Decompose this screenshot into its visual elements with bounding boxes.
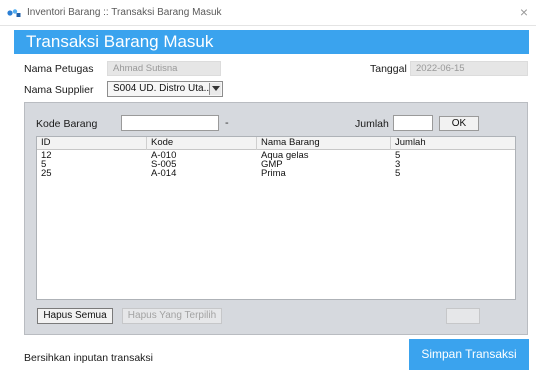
items-table[interactable]: ID Kode Nama Barang Jumlah 12 A-010 Aqua…	[36, 136, 516, 300]
hapus-semua-button[interactable]: Hapus Semua	[37, 308, 113, 324]
tanggal-field: 2022-06-15	[410, 61, 528, 76]
total-field	[446, 308, 480, 324]
kode-separator: -	[225, 117, 229, 129]
window-titlebar: Inventori Barang :: Transaksi Barang Mas…	[0, 0, 536, 26]
ok-button[interactable]: OK	[439, 116, 479, 131]
kode-barang-input[interactable]	[121, 115, 219, 131]
petugas-label: Nama Petugas	[24, 63, 94, 75]
page-title: Transaksi Barang Masuk	[26, 32, 214, 51]
tanggal-label: Tanggal	[370, 63, 407, 75]
petugas-field: Ahmad Sutisna	[107, 61, 221, 76]
column-header-jumlah[interactable]: Jumlah	[391, 137, 515, 150]
chevron-down-icon[interactable]	[209, 83, 221, 95]
supplier-combobox[interactable]: S004 UD. Distro Uta...	[107, 81, 223, 97]
column-header-nama-barang[interactable]: Nama Barang	[257, 137, 391, 150]
column-header-kode[interactable]: Kode	[147, 137, 257, 150]
table-header: ID Kode Nama Barang Jumlah	[37, 137, 515, 150]
cell-jumlah: 5	[395, 168, 401, 179]
page-header: Transaksi Barang Masuk	[14, 30, 529, 54]
table-row[interactable]: 25 A-014 Prima 5	[37, 168, 515, 179]
hapus-terpilih-button: Hapus Yang Terpilih	[122, 308, 222, 324]
supplier-label: Nama Supplier	[24, 84, 94, 96]
jumlah-label: Jumlah	[355, 118, 389, 130]
status-text: Bersihkan inputan transaksi	[24, 352, 153, 364]
cell-id: 25	[41, 168, 52, 179]
cell-nama-barang: Prima	[261, 168, 286, 179]
window-title: Inventori Barang :: Transaksi Barang Mas…	[27, 7, 222, 18]
jumlah-input[interactable]	[393, 115, 433, 131]
simpan-transaksi-button[interactable]: Simpan Transaksi	[409, 339, 529, 370]
column-header-id[interactable]: ID	[37, 137, 147, 150]
cell-kode: A-014	[151, 168, 177, 179]
app-logo-icon	[7, 9, 21, 17]
kode-barang-label: Kode Barang	[36, 118, 98, 130]
supplier-selected-value: S004 UD. Distro Uta...	[113, 83, 212, 94]
close-icon[interactable]: ×	[516, 4, 532, 20]
